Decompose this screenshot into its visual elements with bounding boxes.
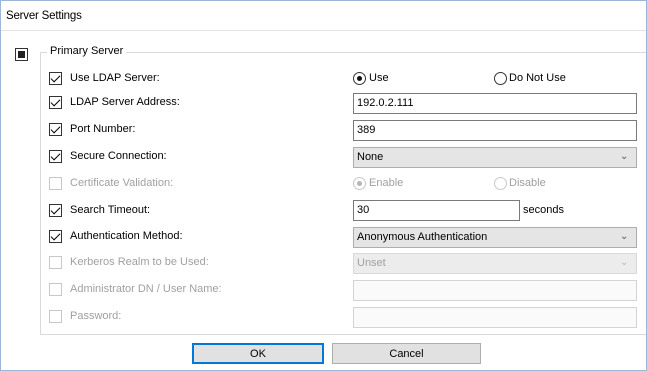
- use-radio[interactable]: [353, 72, 366, 85]
- admin-checkbox[interactable]: [49, 283, 62, 296]
- chevron-down-icon: ⌄: [620, 151, 629, 162]
- kerberos-label: Kerberos Realm to be Used:: [70, 256, 209, 268]
- kerberos-select[interactable]: Unset ⌄: [353, 253, 637, 274]
- row-timeout: Search Timeout: 30 seconds: [1, 200, 647, 221]
- auth-checkbox[interactable]: [49, 230, 62, 243]
- use-radio-label: Use: [369, 72, 389, 84]
- timeout-checkbox[interactable]: [49, 204, 62, 217]
- do-not-use-radio[interactable]: [494, 72, 507, 85]
- secure-select-value: None: [357, 151, 384, 163]
- disable-radio-label: Disable: [509, 177, 546, 189]
- enable-radio-label: Enable: [369, 177, 404, 189]
- admin-label: Administrator DN / User Name:: [70, 283, 222, 295]
- row-address: LDAP Server Address: 192.0.2.111: [1, 93, 647, 114]
- port-input[interactable]: 389: [353, 120, 637, 141]
- ok-button[interactable]: OK: [192, 343, 324, 364]
- port-checkbox[interactable]: [49, 123, 62, 136]
- row-password: Password:: [1, 307, 647, 328]
- row-port: Port Number: 389: [1, 120, 647, 141]
- row-cert: Certificate Validation: Enable Disable: [1, 174, 647, 194]
- cert-label: Certificate Validation:: [70, 177, 174, 189]
- window-title: Server Settings: [1, 1, 646, 31]
- auth-label: Authentication Method:: [70, 230, 183, 242]
- use-ldap-label: Use LDAP Server:: [70, 72, 160, 84]
- admin-input[interactable]: [353, 280, 637, 301]
- password-checkbox[interactable]: [49, 310, 62, 323]
- secure-label: Secure Connection:: [70, 150, 167, 162]
- row-auth: Authentication Method: Anonymous Authent…: [1, 227, 647, 248]
- row-admin: Administrator DN / User Name:: [1, 280, 647, 301]
- row-use-ldap: Use LDAP Server: Use Do Not Use: [1, 69, 647, 89]
- address-checkbox[interactable]: [49, 96, 62, 109]
- chevron-down-icon: ⌄: [620, 257, 629, 268]
- do-not-use-radio-label: Do Not Use: [509, 72, 566, 84]
- secure-checkbox[interactable]: [49, 150, 62, 163]
- timeout-label: Search Timeout:: [70, 204, 151, 216]
- timeout-input[interactable]: 30: [353, 200, 520, 221]
- disable-radio[interactable]: [494, 177, 507, 190]
- section-label: Primary Server: [47, 45, 127, 57]
- secure-select[interactable]: None ⌄: [353, 147, 637, 168]
- port-label: Port Number:: [70, 123, 136, 135]
- password-input[interactable]: [353, 307, 637, 328]
- kerberos-select-value: Unset: [357, 257, 386, 269]
- cert-checkbox[interactable]: [49, 177, 62, 190]
- section-toggle-icon[interactable]: [15, 48, 28, 61]
- auth-select-value: Anonymous Authentication: [357, 231, 488, 243]
- kerberos-checkbox[interactable]: [49, 256, 62, 269]
- row-secure: Secure Connection: None ⌄: [1, 147, 647, 168]
- chevron-down-icon: ⌄: [620, 231, 629, 242]
- timeout-unit: seconds: [523, 204, 564, 216]
- auth-select[interactable]: Anonymous Authentication ⌄: [353, 227, 637, 248]
- address-input[interactable]: 192.0.2.111: [353, 93, 637, 114]
- row-kerberos: Kerberos Realm to be Used: Unset ⌄: [1, 253, 647, 274]
- cancel-button[interactable]: Cancel: [332, 343, 481, 364]
- password-label: Password:: [70, 310, 122, 322]
- server-settings-window: Server Settings Primary Server Use LDAP …: [0, 0, 647, 371]
- address-label: LDAP Server Address:: [70, 96, 180, 108]
- use-ldap-checkbox[interactable]: [49, 72, 62, 85]
- enable-radio[interactable]: [353, 177, 366, 190]
